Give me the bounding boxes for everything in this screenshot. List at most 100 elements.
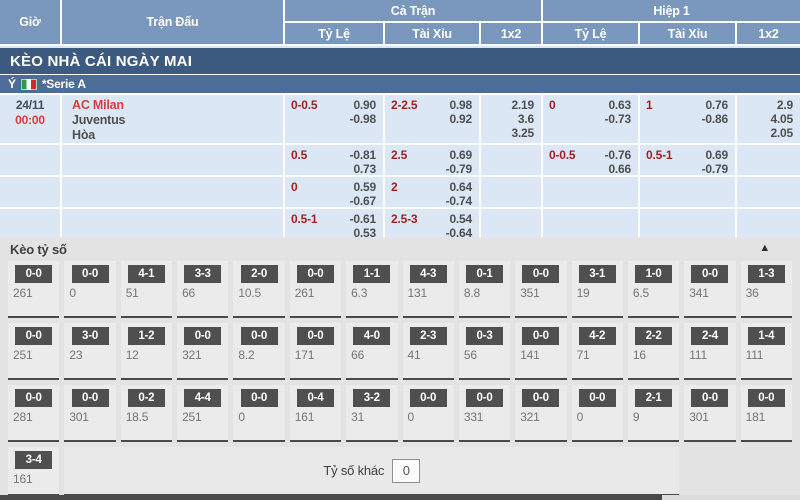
other-score-value[interactable]: 0 <box>392 459 420 483</box>
odds-value[interactable]: -0.79 <box>446 162 472 176</box>
full-overunder-cell[interactable]: 2.5-3 0.54-0.64 <box>385 209 479 239</box>
score-odds: 0 <box>233 410 284 424</box>
score-cell[interactable]: 0-0 0 <box>572 385 623 442</box>
score-cell[interactable]: 0-0 8.2 <box>233 323 284 380</box>
collapse-icon[interactable]: ▲ <box>759 242 770 254</box>
score-cell[interactable]: 1-2 12 <box>121 323 172 380</box>
odds-value[interactable]: 0.69 <box>446 148 472 162</box>
odds-value[interactable]: 2.05 <box>770 126 793 140</box>
score-cell[interactable]: 1-4 111 <box>741 323 792 380</box>
full-handicap-cell[interactable]: 0.5-1 -0.610.53 <box>285 209 383 239</box>
score-cell[interactable]: 2-4 111 <box>684 323 735 380</box>
odds-value[interactable]: 0.64 <box>446 180 472 194</box>
odds-value[interactable]: 0.54 <box>446 212 472 226</box>
full-1x2-cell[interactable]: 2.193.63.25 <box>481 95 541 143</box>
score-cell[interactable]: 3-2 31 <box>346 385 397 442</box>
score-cell[interactable]: 0-0 321 <box>177 323 228 380</box>
score-badge: 0-0 <box>522 389 559 407</box>
score-cell[interactable]: 0-0 181 <box>741 385 792 442</box>
odds-value[interactable]: -0.76 <box>605 148 631 162</box>
odds-value[interactable]: 0.98 <box>449 98 472 112</box>
score-cell[interactable]: 2-0 10.5 <box>233 261 284 318</box>
scrollbar-thumb[interactable] <box>0 495 662 500</box>
half-handicap-cell[interactable]: 0-0.5 -0.760.66 <box>543 145 638 175</box>
score-cell[interactable]: 0-0 251 <box>8 323 59 380</box>
score-cell[interactable]: 0-0 331 <box>459 385 510 442</box>
full-overunder-cell[interactable]: 2.5 0.69-0.79 <box>385 145 479 175</box>
score-cell[interactable]: 4-1 51 <box>121 261 172 318</box>
score-cell[interactable]: 0-0 341 <box>684 261 735 318</box>
match-teams-cell[interactable]: AC Milan Juventus Hòa <box>62 95 283 143</box>
odds-value[interactable]: -0.67 <box>350 194 376 208</box>
score-cell[interactable]: 0-0 281 <box>8 385 59 442</box>
score-cell[interactable]: 3-4 161 <box>8 447 59 496</box>
score-cell[interactable]: 2-3 41 <box>403 323 454 380</box>
score-cell[interactable]: 0-2 18.5 <box>121 385 172 442</box>
league-bar[interactable]: Ý *Serie A <box>0 75 800 93</box>
score-cell[interactable]: 0-0 301 <box>684 385 735 442</box>
score-cell[interactable]: 0-0 261 <box>8 261 59 318</box>
full-handicap-cell[interactable]: 0-0.5 0.90-0.98 <box>285 95 383 143</box>
score-cell[interactable]: 0-0 171 <box>290 323 341 380</box>
odds-value[interactable]: 2.19 <box>511 98 534 112</box>
away-team[interactable]: Juventus <box>72 113 283 128</box>
odds-value[interactable]: -0.61 <box>350 212 376 226</box>
horizontal-scrollbar[interactable] <box>0 495 800 500</box>
odds-value[interactable]: 0.92 <box>449 112 472 126</box>
full-handicap-cell[interactable]: 0.5 -0.810.73 <box>285 145 383 175</box>
other-score-cell[interactable]: Tỷ số khác 0 <box>64 447 679 496</box>
score-cell[interactable]: 2-1 9 <box>628 385 679 442</box>
score-cell[interactable]: 3-3 66 <box>177 261 228 318</box>
odds-value[interactable]: -0.74 <box>446 194 472 208</box>
odds-value[interactable]: 0.69 <box>702 148 728 162</box>
score-cell[interactable]: 0-0 0 <box>64 261 115 318</box>
score-cell[interactable]: 0-3 56 <box>459 323 510 380</box>
half-overunder-cell[interactable]: 0.5-1 0.69-0.79 <box>640 145 735 175</box>
half-overunder-cell[interactable]: 1 0.76-0.86 <box>640 95 735 143</box>
odds-value[interactable]: -0.79 <box>702 162 728 176</box>
home-team[interactable]: AC Milan <box>72 98 283 113</box>
empty-cell <box>543 209 638 239</box>
odds-value[interactable]: -0.73 <box>605 112 631 126</box>
odds-value[interactable]: 3.6 <box>511 112 534 126</box>
score-cell[interactable]: 3-1 19 <box>572 261 623 318</box>
odds-value[interactable]: 0.66 <box>605 162 631 176</box>
score-cell[interactable]: 1-1 6.3 <box>346 261 397 318</box>
score-cell[interactable]: 3-0 23 <box>64 323 115 380</box>
score-cell[interactable]: 1-3 36 <box>741 261 792 318</box>
score-cell[interactable]: 0-0 141 <box>515 323 566 380</box>
italy-flag-icon <box>21 79 37 90</box>
score-cell[interactable]: 0-0 301 <box>64 385 115 442</box>
score-cell[interactable]: 0-0 321 <box>515 385 566 442</box>
odds-value[interactable]: -0.86 <box>702 112 728 126</box>
score-cell[interactable]: 4-4 251 <box>177 385 228 442</box>
score-cell[interactable]: 0-0 351 <box>515 261 566 318</box>
full-handicap-cell[interactable]: 0 0.59-0.67 <box>285 177 383 207</box>
odds-value[interactable]: 0.73 <box>350 162 376 176</box>
odds-value[interactable]: 0.90 <box>350 98 376 112</box>
half-1x2-cell[interactable]: 2.94.052.05 <box>737 95 800 143</box>
odds-value[interactable]: 0.63 <box>605 98 631 112</box>
score-cell[interactable]: 0-0 0 <box>233 385 284 442</box>
score-cell[interactable]: 0-1 8.8 <box>459 261 510 318</box>
full-overunder-cell[interactable]: 2-2.5 0.980.92 <box>385 95 479 143</box>
score-cell[interactable]: 4-0 66 <box>346 323 397 380</box>
odds-value[interactable]: 2.9 <box>770 98 793 112</box>
score-cell[interactable]: 4-3 131 <box>403 261 454 318</box>
correct-score-header[interactable]: Kèo tỷ số ▲ <box>0 237 800 261</box>
score-cell[interactable]: 1-0 6.5 <box>628 261 679 318</box>
full-overunder-cell[interactable]: 2 0.64-0.74 <box>385 177 479 207</box>
odds-value[interactable]: -0.81 <box>350 148 376 162</box>
score-cell[interactable]: 2-2 16 <box>628 323 679 380</box>
score-cell[interactable]: 0-0 261 <box>290 261 341 318</box>
score-cell[interactable]: 0-0 0 <box>403 385 454 442</box>
score-cell[interactable]: 0-4 161 <box>290 385 341 442</box>
half-handicap-cell[interactable]: 0 0.63-0.73 <box>543 95 638 143</box>
odds-value[interactable]: 4.05 <box>770 112 793 126</box>
odds-value[interactable]: -0.98 <box>350 112 376 126</box>
odds-value[interactable]: 0.76 <box>702 98 728 112</box>
score-odds: 251 <box>8 348 59 362</box>
odds-value[interactable]: 3.25 <box>511 126 534 140</box>
odds-value[interactable]: 0.59 <box>350 180 376 194</box>
score-cell[interactable]: 4-2 71 <box>572 323 623 380</box>
